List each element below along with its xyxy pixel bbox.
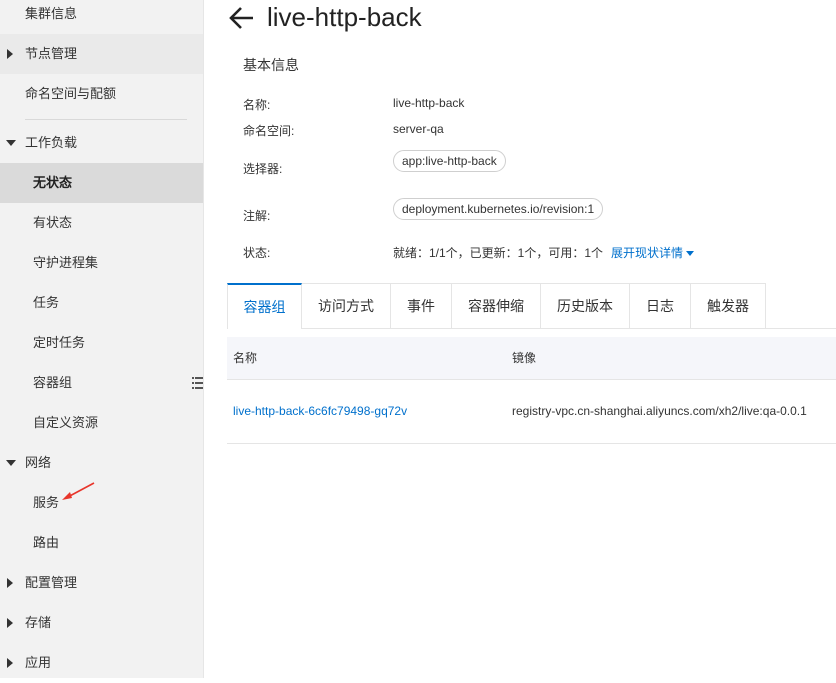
sidebar-item-label: 节点管理 [25,46,78,61]
sidebar-item-storage[interactable]: 存储 [0,603,203,643]
sidebar-item-jobs[interactable]: 任务 [0,283,203,323]
annotation-tag: deployment.kubernetes.io/revision:1 [393,198,604,220]
tab-label: 容器组 [243,299,286,315]
sidebar: 集群信息 节点管理 命名空间与配额 工作负载 无状态 有状态 守护进程集 任务 … [0,0,204,678]
sidebar-item-label: 应用 [25,655,52,670]
status-details-link[interactable]: 展开现状详情 [611,246,695,260]
caret-right-icon [7,578,13,588]
sidebar-item-node-management[interactable]: 节点管理 [0,34,203,74]
sidebar-item-label: 配置管理 [25,575,78,590]
sidebar-item-workloads[interactable]: 工作负载 [0,123,203,163]
pod-name-link[interactable]: live-http-back-6c6fc79498-gq72v [233,380,407,442]
sidebar-item-services[interactable]: 服务 [0,483,203,523]
name-value: live-http-back [393,96,465,110]
tab-access-methods[interactable]: 访问方式 [302,283,391,328]
tab-label: 日志 [646,298,674,314]
sidebar-item-label: 无状态 [33,175,73,190]
sidebar-item-custom-resources[interactable]: 自定义资源 [0,403,203,443]
selector-label: 选择器: [243,162,283,176]
sidebar-item-label: 网络 [25,455,52,470]
tab-logs[interactable]: 日志 [630,283,691,328]
status-details-link-label: 展开现状详情 [611,246,684,260]
tab-label: 容器伸缩 [468,298,524,314]
caret-down-icon [6,140,16,146]
sidebar-item-label: 任务 [33,295,60,310]
tab-label: 访问方式 [318,298,374,314]
sidebar-item-label: 命名空间与配额 [25,86,117,101]
caret-down-icon [6,460,16,466]
namespace-label: 命名空间: [243,124,295,138]
table-row: live-http-back-6c6fc79498-gq72v registry… [227,380,836,444]
sidebar-item-label: 定时任务 [33,335,86,350]
back-arrow-icon[interactable] [229,5,255,31]
sidebar-item-applications[interactable]: 应用 [0,643,203,683]
sidebar-item-deployments[interactable]: 无状态 [0,163,203,203]
tab-label: 历史版本 [557,298,613,314]
tab-events[interactable]: 事件 [391,283,452,328]
sidebar-item-cluster-info[interactable]: 集群信息 [0,0,203,34]
column-header-image: 镜像 [512,351,537,365]
annotation-arrow-icon [62,482,95,500]
page-title: live-http-back [267,2,422,32]
selector-tag: app:live-http-back [393,150,506,172]
caret-right-icon [7,658,13,668]
tab-autoscaling[interactable]: 容器伸缩 [452,283,541,328]
sidebar-divider [25,119,187,120]
tab-label: 事件 [407,298,435,314]
chevron-down-icon [686,251,695,257]
tab-history-versions[interactable]: 历史版本 [541,283,630,328]
tab-triggers[interactable]: 触发器 [691,283,766,328]
column-header-name: 名称 [233,351,258,365]
pod-image: registry-vpc.cn-shanghai.aliyuncs.com/xh… [512,404,807,418]
sidebar-item-label: 工作负载 [25,135,78,150]
sidebar-item-daemonsets[interactable]: 守护进程集 [0,243,203,283]
sidebar-item-ingress[interactable]: 路由 [0,523,203,563]
section-title: 基本信息 [243,57,299,73]
sidebar-item-label: 路由 [33,535,60,550]
tab-label: 触发器 [707,298,749,314]
sidebar-item-label: 服务 [33,495,60,510]
sidebar-item-label: 自定义资源 [33,415,99,430]
sidebar-item-label: 有状态 [33,215,73,230]
sidebar-item-namespace-quota[interactable]: 命名空间与配额 [0,74,203,114]
sidebar-item-label: 存储 [25,615,52,630]
sidebar-collapse-icon[interactable] [192,377,203,390]
status-text: 就绪：1/1个，已更新：1个，可用：1个 [393,246,604,260]
status-label: 状态: [243,246,271,260]
sidebar-item-statefulsets[interactable]: 有状态 [0,203,203,243]
sidebar-item-cronjobs[interactable]: 定时任务 [0,323,203,363]
namespace-value: server-qa [393,122,444,136]
sidebar-item-config-management[interactable]: 配置管理 [0,563,203,603]
name-label: 名称: [243,98,271,112]
detail-tabs: 容器组 访问方式 事件 容器伸缩 历史版本 日志 触发器 [227,283,836,329]
sidebar-item-label: 守护进程集 [33,255,99,270]
status-value: 就绪：1/1个，已更新：1个，可用：1个 展开现状详情 [393,244,695,261]
caret-right-icon [7,618,13,628]
tab-pods[interactable]: 容器组 [227,283,302,329]
annotation-label: 注解: [243,209,271,223]
caret-right-icon [7,49,13,59]
sidebar-item-network[interactable]: 网络 [0,443,203,483]
table-header: 名称 镜像 [227,337,836,380]
sidebar-item-label: 容器组 [33,375,73,390]
sidebar-item-label: 集群信息 [25,6,78,21]
sidebar-item-pods[interactable]: 容器组 [0,363,203,403]
